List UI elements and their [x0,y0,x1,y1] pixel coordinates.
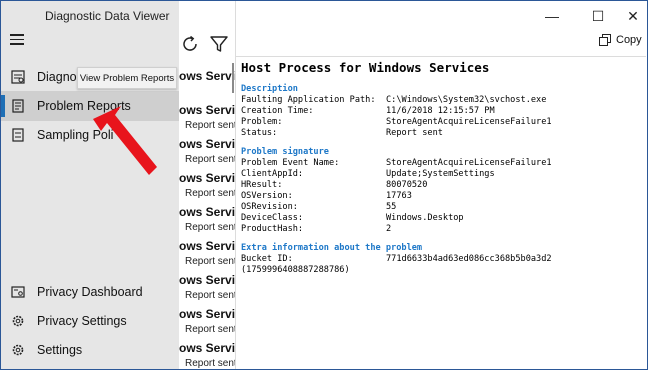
nav-pane: Diagnos Problem Reports Sampling Poli Pr… [1,1,179,369]
detail-value: 17763 [386,191,412,201]
diagnostic-icon [10,69,26,85]
title-bar: Diagnostic Data Viewer — ☐ ✕ [1,1,647,33]
nav-item-privacy-settings[interactable]: Privacy Settings [1,306,179,336]
list-item-title: ows Servic... [179,273,235,287]
section-heading-signature: Problem signature [241,147,329,157]
list-item-status: Report sent [185,358,235,369]
list-item-title: ows Services... [179,69,235,83]
hamburger-menu-icon[interactable] [10,34,24,45]
detail-value: 771d6633b4ad63ed086cc368b5b0a3d2 [386,254,552,264]
detail-pane: Host Process for Windows Services Descri… [236,56,646,369]
list-item[interactable]: ows Servic... Report sent [179,338,235,369]
detail-key: HResult: [241,180,283,190]
nav-item-privacy-dashboard[interactable]: Privacy Dashboard [1,277,179,307]
nav-item-label: Privacy Settings [37,314,127,328]
list-item-title: ows Servic... [179,137,235,151]
detail-value: StoreAgentAcquireLicenseFailure1 [386,117,552,127]
list-item[interactable]: ows Servic... Report sent [179,304,235,338]
gear-icon [10,342,26,358]
detail-value: StoreAgentAcquireLicenseFailure1 [386,158,552,168]
nav-item-settings[interactable]: Settings [1,335,179,365]
detail-key: DeviceClass: [241,213,304,223]
detail-key: Creation Time: [241,106,314,116]
minimize-button[interactable]: — [529,1,575,31]
detail-value: Update;SystemSettings [386,169,495,179]
privacy-dashboard-icon [10,284,26,300]
detail-key: Status: [241,128,278,138]
copy-icon [599,34,611,46]
detail-value: 11/6/2018 12:15:57 PM [386,106,495,116]
app-window: Diagnos Problem Reports Sampling Poli Pr… [0,0,648,370]
copy-button[interactable]: Copy [599,34,642,46]
detail-key: OSVersion: [241,191,293,201]
list-item[interactable]: ows Services... [179,66,235,100]
list-item-status: Report sent [185,256,235,267]
detail-value: 55 [386,202,397,212]
list-item[interactable]: ows Servic... Report sent [179,270,235,304]
list-item[interactable]: ows Servic... Report sent [179,168,235,202]
detail-key: Problem: [241,117,283,127]
detail-extra-tail: (1759996408887288786) [241,265,350,275]
detail-value: Windows.Desktop [386,213,464,223]
red-arrow-annotation [93,106,157,175]
list-scrollbar[interactable] [232,63,234,93]
list-item[interactable]: ows Servic... Report sent [179,236,235,270]
list-item[interactable]: ows Servic... Report sent [179,134,235,168]
list-item-title: ows Servic... [179,307,235,321]
list-item[interactable]: ows Servic... Report sent [179,202,235,236]
detail-value: C:\Windows\System32\svchost.exe [386,95,547,105]
list-item-title: ows Servic... [179,205,235,219]
section-heading-description: Description [241,84,298,94]
nav-item-label: Diagnos [37,70,83,84]
detail-key: Bucket ID: [241,254,293,264]
close-button[interactable]: ✕ [619,1,647,31]
detail-value: Report sent [386,128,443,138]
copy-label: Copy [616,34,642,46]
list-item-status: Report sent [185,222,235,233]
nav-item-label: Privacy Dashboard [37,285,143,299]
list-item-title: ows Servic... [179,341,235,355]
detail-key: ClientAppId: [241,169,304,179]
detail-value: 2 [386,224,392,234]
list-item-status: Report sent [185,324,235,335]
sampling-icon [10,127,26,143]
detail-key: ProductHash: [241,224,304,234]
problem-reports-icon [10,98,26,114]
detail-value: 80070520 [386,180,428,190]
list-item[interactable]: ows Servic... Report sent [179,100,235,134]
list-item-status: Report sent [185,120,235,131]
filter-icon[interactable] [209,34,231,56]
tooltip: View Problem Reports [77,67,177,89]
detail-key: Problem Event Name: [241,158,340,168]
list-item-title: ows Servic... [179,103,235,117]
window-title: Diagnostic Data Viewer [45,9,170,23]
list-item-title: ows Servic... [179,239,235,253]
report-list: ows Services... ows Servic... Report sen… [179,66,235,369]
list-item-status: Report sent [185,290,235,301]
list-item-status: Report sent [185,188,235,199]
section-heading-extra-info: Extra information about the problem [241,243,423,253]
gear-icon [10,313,26,329]
nav-item-label: Settings [37,343,83,357]
refresh-icon[interactable] [180,34,202,56]
list-item-status: Report sent [185,154,235,165]
list-item-title: ows Servic... [179,171,235,185]
detail-key: OSRevision: [241,202,298,212]
detail-title: Host Process for Windows Services [241,60,490,75]
detail-key: Faulting Application Path: [241,95,376,105]
maximize-button[interactable]: ☐ [575,1,621,31]
